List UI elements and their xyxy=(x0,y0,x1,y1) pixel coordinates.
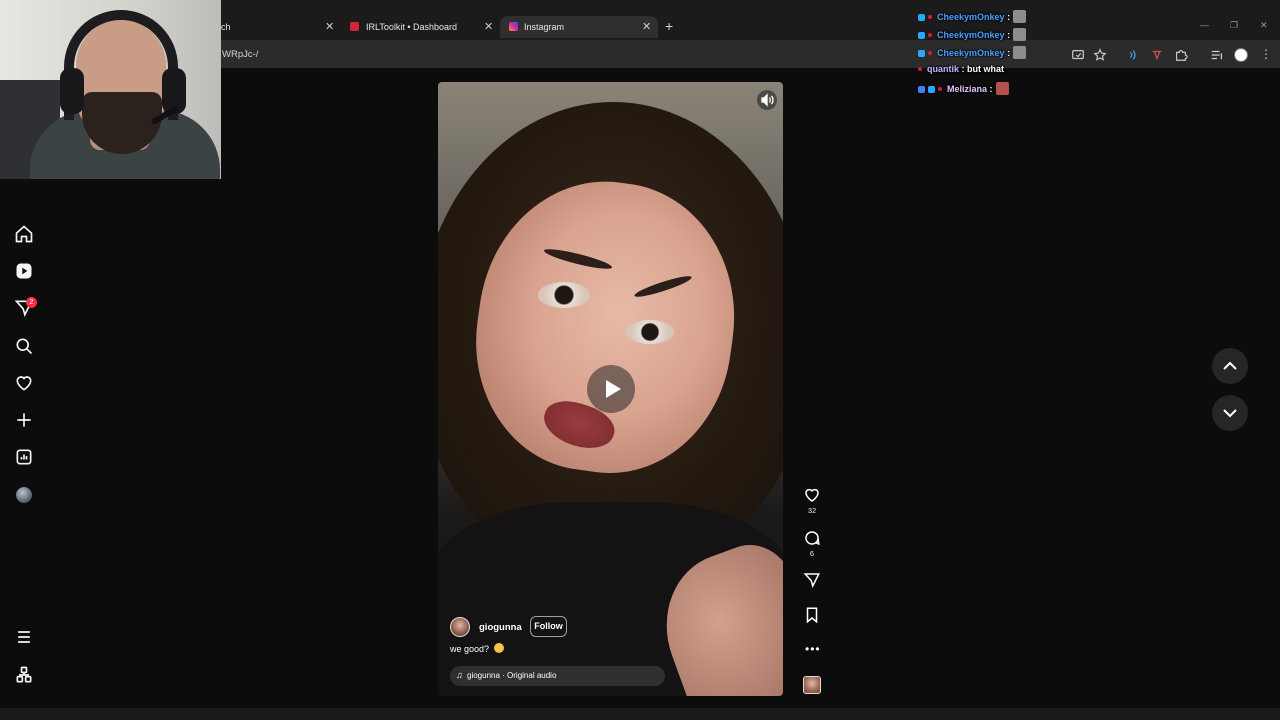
restore-icon[interactable]: ❐ xyxy=(1230,20,1238,31)
chat-badge-icon xyxy=(918,32,925,39)
tab-title: ch xyxy=(221,22,231,32)
webcam-overlay xyxy=(0,0,221,179)
audio-label[interactable]: giogunna · Original audio xyxy=(467,671,556,680)
reels-icon[interactable] xyxy=(14,261,34,281)
chat-separator: : xyxy=(1007,30,1011,40)
more-options-icon[interactable]: ••• xyxy=(805,642,821,656)
chat-badge-icon xyxy=(928,86,935,93)
bottom-strip xyxy=(0,708,1280,720)
chat-dot-icon xyxy=(928,15,932,19)
chat-line: CheekymOnkey : xyxy=(918,46,1027,60)
threads-icon[interactable] xyxy=(14,665,34,685)
close-icon[interactable]: ✕ xyxy=(1260,20,1268,31)
browser-menu-icon[interactable]: ⋮ xyxy=(1260,47,1272,61)
comment-icon[interactable] xyxy=(803,529,821,547)
chat-badge-icon xyxy=(918,86,925,93)
browser-profile-avatar[interactable] xyxy=(1234,48,1248,62)
music-note-icon: ♫ xyxy=(456,670,463,680)
reel-caption: we good? xyxy=(450,644,490,654)
media-control-icon[interactable] xyxy=(1210,48,1224,62)
share-icon[interactable] xyxy=(803,571,821,589)
bookmark-star-icon[interactable] xyxy=(1093,48,1107,62)
url-field[interactable]: WRpJc-/ xyxy=(222,49,258,60)
mute-toggle-icon[interactable] xyxy=(757,90,777,110)
chat-line: Meliziana : xyxy=(918,82,1009,96)
chat-dot-icon xyxy=(918,67,922,71)
chat-badge-icon xyxy=(918,50,925,57)
chat-dot-icon xyxy=(928,33,932,37)
messages-badge: 2 xyxy=(26,297,37,308)
chat-username[interactable]: Meliziana xyxy=(947,84,987,94)
cast-icon[interactable] xyxy=(1071,48,1085,62)
instagram-favicon-icon xyxy=(509,22,518,31)
tab-instagram[interactable]: Instagram ✕ xyxy=(500,16,658,38)
chat-line: CheekymOnkey : xyxy=(918,28,1027,42)
create-plus-icon[interactable] xyxy=(14,410,34,430)
tab-irltoolkit[interactable]: IRLToolkit • Dashboard ✕ xyxy=(342,16,498,38)
chat-dot-icon xyxy=(928,51,932,55)
close-tab-icon[interactable]: ✕ xyxy=(484,20,493,33)
extension-shield-icon[interactable] xyxy=(1150,48,1164,62)
chat-username[interactable]: CheekymOnkey xyxy=(937,12,1005,22)
chat-separator: : xyxy=(961,64,965,74)
chat-dot-icon xyxy=(938,87,942,91)
owner-username[interactable]: giogunna xyxy=(479,622,522,633)
chat-emote-icon xyxy=(1013,28,1027,41)
irltoolkit-favicon-icon xyxy=(350,22,359,31)
home-icon[interactable] xyxy=(14,224,34,244)
chat-username[interactable]: CheekymOnkey xyxy=(937,48,1005,58)
minimize-icon[interactable]: — xyxy=(1200,20,1209,30)
tab-twitch[interactable]: ch ✕ xyxy=(221,16,339,38)
like-heart-icon[interactable] xyxy=(803,486,821,504)
chat-emote-icon xyxy=(1013,10,1027,23)
chat-separator: : xyxy=(1007,12,1011,22)
comment-count: 6 xyxy=(809,549,815,558)
video-eye-left xyxy=(538,282,590,308)
extensions-puzzle-icon[interactable] xyxy=(1174,48,1188,62)
chat-separator: : xyxy=(1007,48,1011,58)
save-bookmark-icon[interactable] xyxy=(803,606,821,624)
chat-username[interactable]: CheekymOnkey xyxy=(937,30,1005,40)
chat-emote-icon xyxy=(1013,46,1027,59)
close-tab-icon[interactable]: ✕ xyxy=(325,20,334,33)
chat-message: but what xyxy=(967,64,1005,74)
follow-button[interactable]: Follow xyxy=(530,616,567,637)
chat-separator: : xyxy=(989,84,993,94)
smile-emoji-icon xyxy=(494,643,504,653)
play-icon[interactable] xyxy=(587,365,635,413)
extension-audio-icon[interactable] xyxy=(1126,48,1140,62)
headset-cup-left xyxy=(60,68,84,114)
chat-badge-icon xyxy=(918,14,925,21)
chat-username[interactable]: quantik xyxy=(927,64,959,74)
profile-avatar[interactable] xyxy=(16,487,32,503)
chat-line: quantik : but what xyxy=(918,64,1004,78)
tab-title: IRLToolkit • Dashboard xyxy=(366,22,458,32)
close-tab-icon[interactable]: ✕ xyxy=(642,20,651,33)
dashboard-icon[interactable] xyxy=(14,447,34,467)
notifications-heart-icon[interactable] xyxy=(14,373,34,393)
new-tab-button[interactable]: + xyxy=(665,18,673,34)
chat-line: CheekymOnkey : xyxy=(918,10,1027,24)
menu-icon[interactable] xyxy=(14,627,34,647)
search-icon[interactable] xyxy=(14,336,34,356)
previous-reel-button[interactable] xyxy=(1212,348,1248,384)
owner-avatar[interactable] xyxy=(450,617,470,637)
audio-thumbnail[interactable] xyxy=(803,676,821,694)
like-count: 32 xyxy=(807,506,817,515)
chat-emote-icon xyxy=(995,82,1009,95)
tab-title: Instagram xyxy=(524,22,565,32)
next-reel-button[interactable] xyxy=(1212,395,1248,431)
video-eye-right xyxy=(626,320,674,344)
